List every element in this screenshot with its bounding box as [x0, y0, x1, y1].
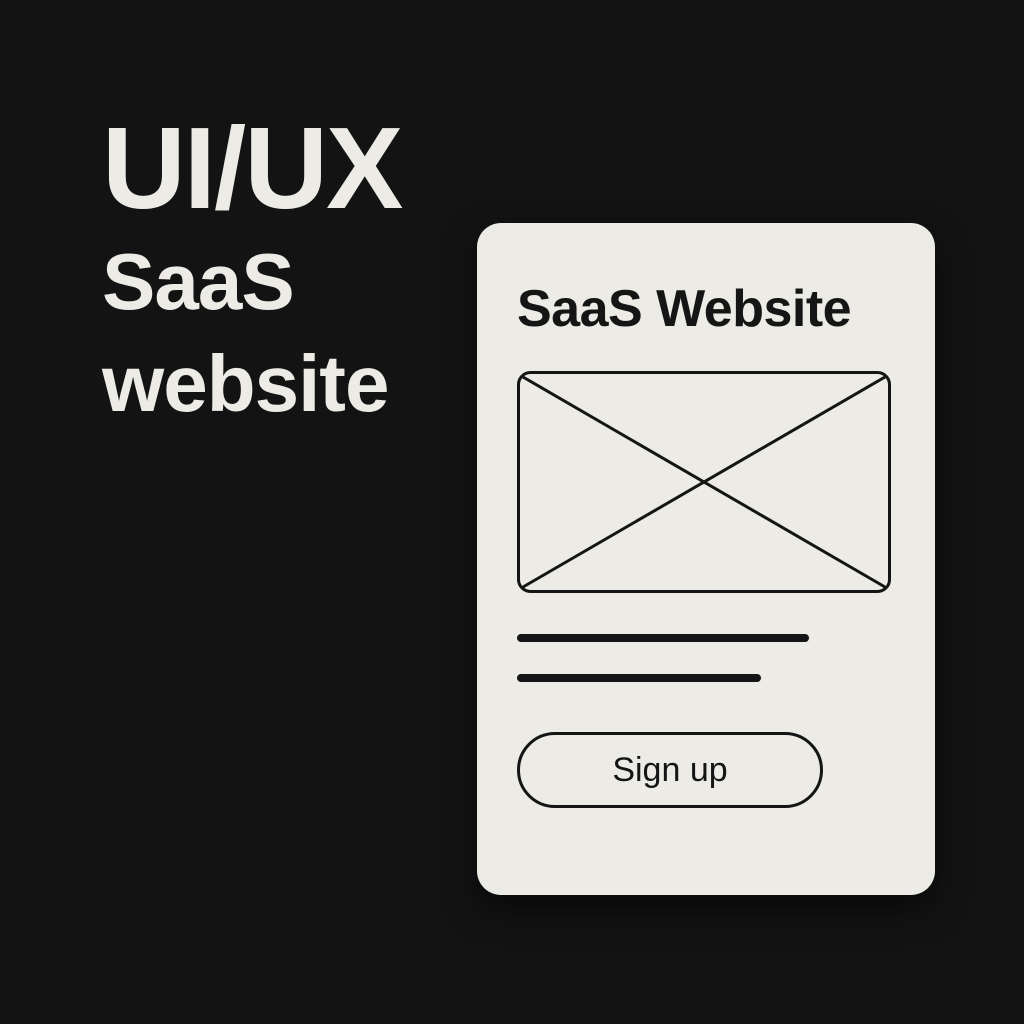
headline: UI/UX SaaS website	[102, 103, 403, 432]
card-title: SaaS Website	[517, 280, 852, 338]
headline-line-saas: SaaS	[102, 237, 295, 326]
text-placeholder-line	[517, 674, 761, 682]
image-placeholder-graphic	[517, 371, 891, 593]
wireframe-card: SaaS Website Sign up	[477, 223, 935, 895]
signup-button[interactable]: Sign up	[517, 732, 823, 808]
headline-primary: UI/UX	[102, 103, 403, 233]
image-placeholder-icon	[517, 371, 891, 593]
text-placeholder-line	[517, 634, 809, 642]
poster: { "headline": { "primary": "UI/UX", "lin…	[0, 0, 1024, 1024]
headline-line-website: website	[102, 339, 389, 428]
